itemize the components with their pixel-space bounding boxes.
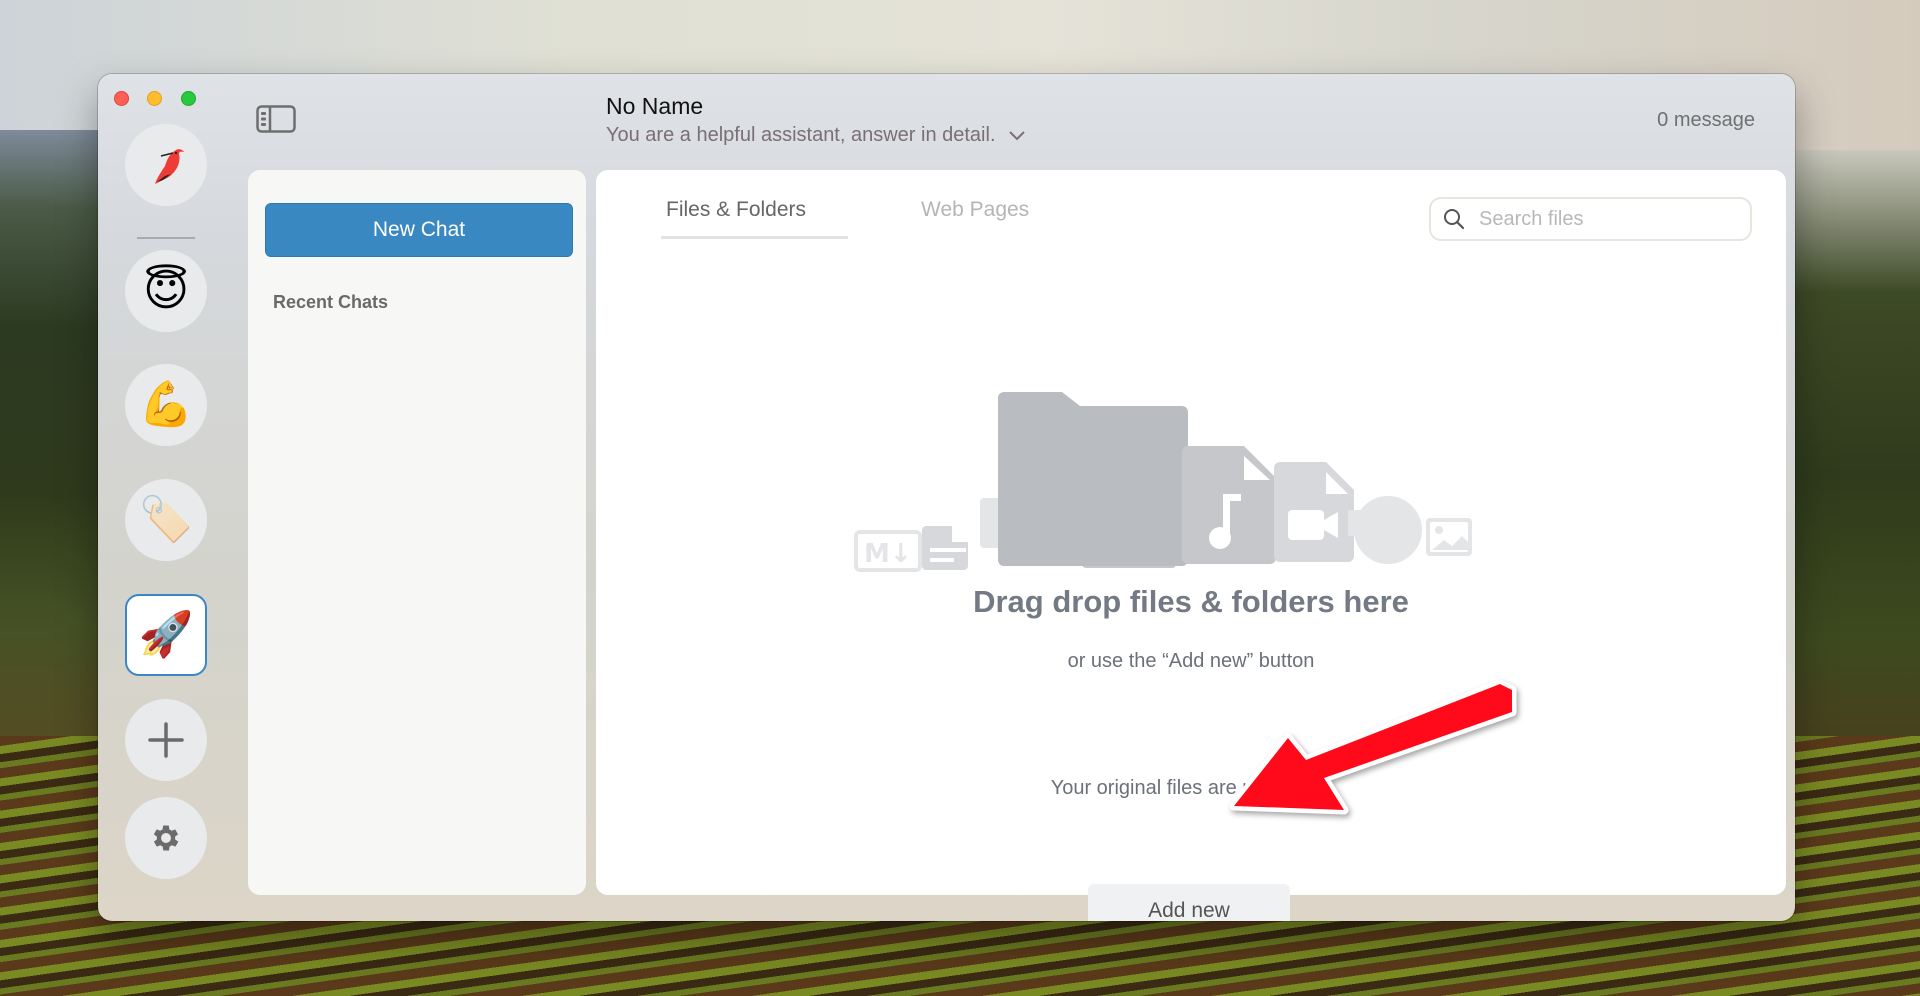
- search-icon: [1444, 209, 1465, 230]
- drop-zone-heading: Drag drop files & folders here: [973, 584, 1409, 619]
- camera-icon: [1348, 496, 1422, 564]
- chevron-down-icon: [1008, 130, 1025, 140]
- sidebar-toggle-icon[interactable]: [256, 105, 296, 133]
- tag-icon: 🏷️: [138, 494, 194, 545]
- window-minimize-button[interactable]: [147, 91, 162, 106]
- smiling-angel-icon: 😇: [143, 265, 189, 316]
- search-files-field[interactable]: [1429, 197, 1752, 241]
- pdf-icon: [1082, 442, 1176, 568]
- markdown-icon: M↓: [854, 530, 922, 572]
- wallpaper-hills-left: [0, 130, 110, 790]
- plus-icon: [148, 722, 184, 758]
- tab-web-pages[interactable]: Web Pages: [921, 198, 1029, 222]
- add-assistant-button[interactable]: [125, 699, 207, 781]
- window-maximize-button[interactable]: [181, 91, 196, 106]
- drop-zone-hint: or use the “Add new” button: [1067, 650, 1315, 672]
- chat-title: No Name: [606, 93, 704, 119]
- chat-sidebar: New Chat Recent Chats: [248, 170, 586, 895]
- active-tab-indicator: [661, 236, 848, 239]
- folder-icon: [998, 392, 1188, 566]
- gear-icon: [153, 825, 179, 851]
- system-prompt-text: You are a helpful assistant, answer in d…: [606, 124, 996, 146]
- assistant-muscle-button[interactable]: 💪: [125, 364, 207, 446]
- add-new-button[interactable]: Add new: [1088, 884, 1290, 921]
- recent-chats-heading: Recent Chats: [273, 292, 389, 312]
- settings-button[interactable]: [125, 797, 207, 879]
- video-file-icon: [1274, 462, 1354, 562]
- text-document-icon: [922, 526, 968, 570]
- assistant-angel-button[interactable]: 😇: [125, 250, 207, 332]
- window-close-button[interactable]: [114, 91, 129, 106]
- image-icon: [1426, 518, 1472, 556]
- assistant-tag-button[interactable]: 🏷️: [125, 479, 207, 561]
- message-count: 0 message: [1657, 109, 1755, 131]
- system-prompt-selector[interactable]: You are a helpful assistant, answer in d…: [606, 124, 1026, 147]
- assistant-rocket-button[interactable]: 🚀: [125, 594, 207, 676]
- tab-files-folders[interactable]: Files & Folders: [666, 198, 806, 222]
- files-panel: Files & Folders Web Pages M↓: [596, 170, 1786, 921]
- wallpaper-hills-right: [1780, 150, 1920, 800]
- generic-file-icon: [980, 472, 1078, 566]
- flexed-biceps-icon: 💪: [138, 379, 194, 430]
- storage-note: Your original files are not stored: [1050, 777, 1332, 799]
- app-window: 😇 💪 🏷️ 🚀 No Name You are a helpful assis…: [98, 74, 1795, 921]
- rocket-icon: 🚀: [138, 609, 194, 660]
- red-bird-logo-icon: [155, 149, 184, 184]
- audio-file-icon: [1182, 446, 1276, 564]
- app-logo-button[interactable]: [125, 124, 207, 206]
- new-chat-button[interactable]: New Chat: [265, 203, 573, 257]
- svg-text:M↓: M↓: [864, 539, 912, 569]
- search-files-input[interactable]: [1479, 207, 1719, 231]
- rail-divider: [137, 237, 195, 239]
